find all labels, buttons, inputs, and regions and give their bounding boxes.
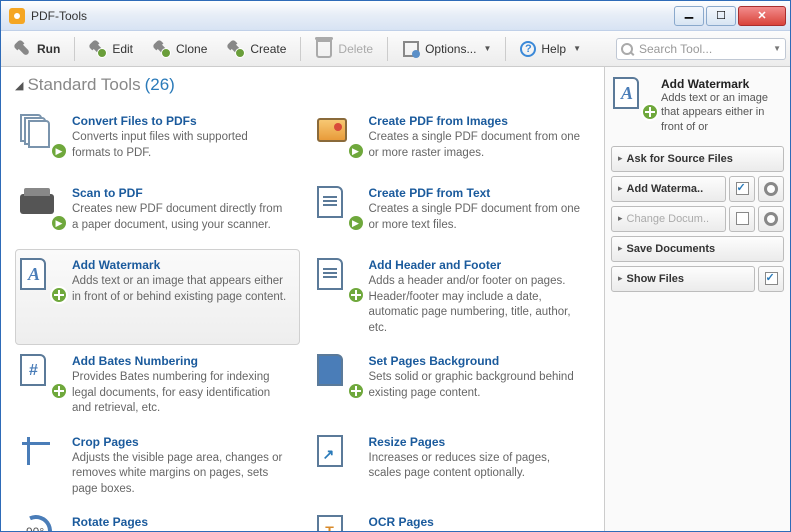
tool-resize-pages[interactable]: Resize PagesIncreases or reduces size of… — [312, 426, 597, 507]
trash-icon — [315, 40, 333, 58]
run-button[interactable]: Run — [5, 35, 69, 63]
step-show-files[interactable]: ▸ Show Files — [611, 266, 755, 292]
watermark-icon: A — [613, 77, 653, 117]
tool-set-background[interactable]: Set Pages BackgroundSets solid or graphi… — [312, 345, 597, 426]
step-save-documents[interactable]: ▸ Save Documents — [611, 236, 784, 262]
chevron-down-icon: ▼ — [573, 44, 581, 53]
edit-button[interactable]: Edit — [80, 35, 142, 63]
wrench-clone-icon — [153, 40, 171, 58]
sidebar-header: A Add Watermark Adds text or an image th… — [611, 73, 784, 142]
gear-icon — [764, 212, 778, 226]
search-icon — [621, 43, 633, 55]
step-add-watermark[interactable]: ▸ Add Waterma.. — [611, 176, 726, 202]
sidebar: A Add Watermark Adds text or an image th… — [605, 67, 790, 531]
toolbar: Run Edit Clone Create Delete Options... … — [1, 31, 790, 67]
chevron-right-icon: ▸ — [618, 243, 623, 254]
collapse-icon: ◢ — [15, 79, 23, 92]
step-settings[interactable] — [758, 206, 784, 232]
tool-add-header-footer[interactable]: Add Header and FooterAdds a header and/o… — [312, 249, 597, 345]
wrench-gear-icon — [89, 40, 107, 58]
tool-ocr-pages[interactable]: OCR PagesOptically recognizes text chara… — [312, 506, 597, 531]
gear-icon — [764, 182, 778, 196]
tool-bates-numbering[interactable]: # Add Bates NumberingProvides Bates numb… — [15, 345, 300, 426]
search-input[interactable]: Search Tool... ▼ — [616, 38, 786, 60]
chevron-down-icon: ▼ — [483, 44, 491, 53]
tool-list: ◢ Standard Tools (26) Convert Files to P… — [1, 67, 605, 531]
chevron-right-icon: ▸ — [618, 153, 623, 164]
titlebar: PDF-Tools — [1, 1, 790, 31]
wrench-icon — [14, 40, 32, 58]
step-checkbox[interactable] — [758, 266, 784, 292]
chevron-right-icon: ▸ — [618, 273, 623, 284]
chevron-right-icon: ▸ — [618, 183, 623, 194]
section-header[interactable]: ◢ Standard Tools (26) — [15, 75, 596, 95]
step-settings[interactable] — [758, 176, 784, 202]
maximize-button[interactable] — [706, 6, 736, 26]
app-title: PDF-Tools — [31, 9, 674, 23]
chevron-down-icon: ▼ — [773, 44, 781, 53]
chevron-right-icon: ▸ — [618, 213, 623, 224]
tool-add-watermark[interactable]: A Add WatermarkAdds text or an image tha… — [15, 249, 300, 345]
tool-crop-pages[interactable]: Crop PagesAdjusts the visible page area,… — [15, 426, 300, 507]
tool-scan-to-pdf[interactable]: Scan to PDFCreates new PDF document dire… — [15, 177, 300, 249]
wrench-plus-icon — [227, 40, 245, 58]
options-icon — [402, 40, 420, 58]
create-button[interactable]: Create — [218, 35, 295, 63]
tool-rotate-pages[interactable]: 90° Rotate PagesRotates specified pages … — [15, 506, 300, 531]
clone-button[interactable]: Clone — [144, 35, 216, 63]
help-button[interactable]: ? Help ▼ — [511, 36, 590, 62]
minimize-button[interactable] — [674, 6, 704, 26]
options-button[interactable]: Options... ▼ — [393, 35, 500, 63]
step-change-document[interactable]: ▸ Change Docum.. — [611, 206, 726, 232]
tool-convert-files[interactable]: Convert Files to PDFsConverts input file… — [15, 105, 300, 177]
tool-create-from-text[interactable]: Create PDF from TextCreates a single PDF… — [312, 177, 597, 249]
close-button[interactable] — [738, 6, 786, 26]
tool-create-from-images[interactable]: Create PDF from ImagesCreates a single P… — [312, 105, 597, 177]
step-ask-source-files[interactable]: ▸ Ask for Source Files — [611, 146, 784, 172]
step-checkbox[interactable] — [729, 176, 755, 202]
delete-button[interactable]: Delete — [306, 35, 382, 63]
step-checkbox[interactable] — [729, 206, 755, 232]
app-icon — [9, 8, 25, 24]
help-icon: ? — [520, 41, 536, 57]
